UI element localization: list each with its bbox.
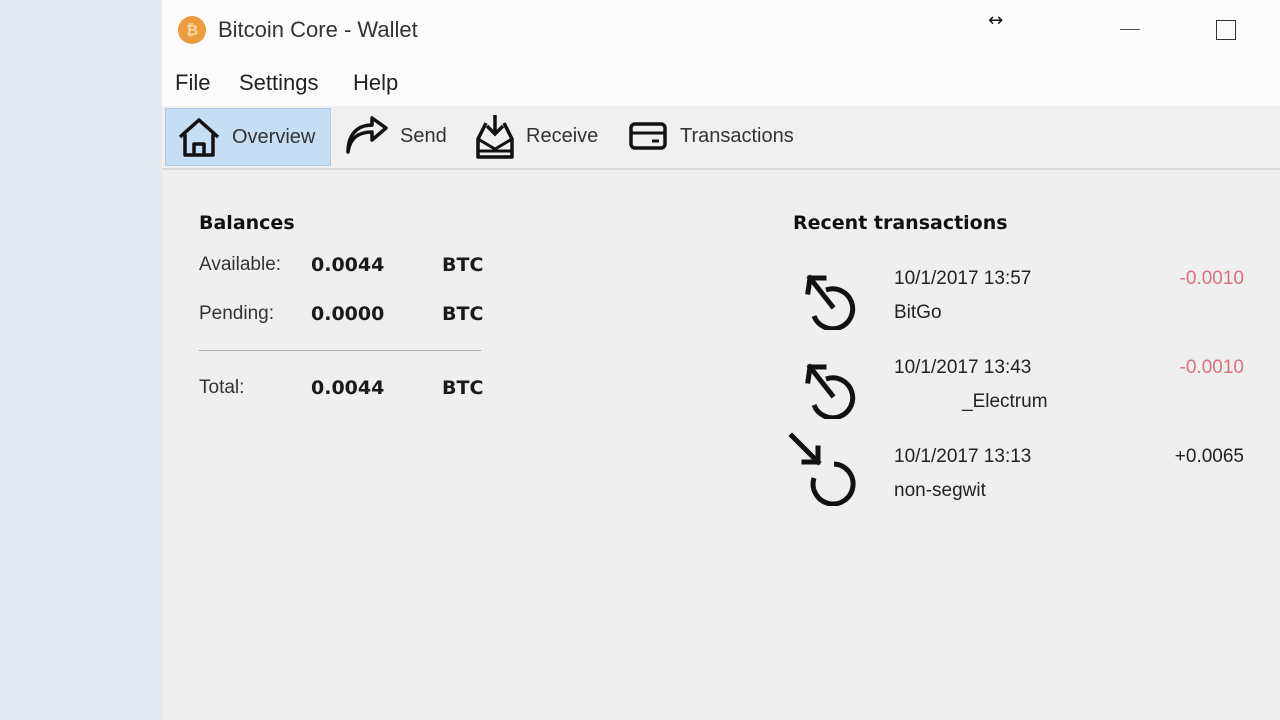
sent-transaction-icon: [805, 274, 856, 330]
pending-balance-row: Pending: 0.0000 BTC: [199, 303, 489, 329]
balance-divider: [199, 350, 481, 351]
tab-receive[interactable]: Receive: [474, 108, 598, 164]
tab-overview[interactable]: Overview: [165, 108, 331, 166]
tab-transactions-label: Transactions: [680, 124, 794, 147]
total-unit: BTC: [442, 377, 484, 399]
pending-unit: BTC: [442, 303, 484, 325]
received-transaction-icon: [788, 432, 856, 506]
bitcoin-logo-icon: ₿: [178, 16, 206, 44]
tab-receive-label: Receive: [526, 124, 599, 147]
transaction-label: _Electrum: [962, 391, 1048, 412]
tab-overview-label: Overview: [232, 125, 316, 148]
available-balance-row: Available: 0.0044 BTC: [199, 254, 489, 280]
transaction-amount: +0.0065: [1174, 446, 1244, 467]
menu-help[interactable]: Help: [353, 70, 398, 96]
home-icon: [178, 118, 220, 157]
pending-label: Pending:: [199, 303, 275, 324]
tab-transactions[interactable]: Transactions: [628, 108, 794, 164]
transaction-date: 10/1/2017 13:43: [894, 357, 1032, 378]
menu-bar: File Settings Help: [162, 60, 1280, 106]
transaction-row[interactable]: 10/1/2017 13:13 non-segwit +0.0065: [788, 432, 1252, 522]
tab-send-label: Send: [400, 124, 447, 147]
window-title: Bitcoin Core - Wallet: [218, 17, 418, 42]
resize-cursor-icon: ↔: [988, 10, 1004, 31]
title-bar[interactable]: ₿ Bitcoin Core - Wallet ↔: [162, 0, 1280, 60]
transaction-label: non-segwit: [894, 480, 986, 501]
available-value: 0.0044: [311, 254, 385, 276]
toolbar: Overview Send Receive Transactions: [162, 106, 1280, 170]
maximize-button[interactable]: [1206, 12, 1246, 48]
pending-value: 0.0000: [311, 303, 385, 325]
transaction-date: 10/1/2017 13:57: [894, 268, 1032, 289]
transaction-row[interactable]: 10/1/2017 13:43 _Electrum -0.0010: [792, 353, 1252, 433]
recent-transactions-title: Recent transactions: [793, 212, 1008, 234]
minimize-button[interactable]: [1110, 12, 1150, 48]
receive-inbox-icon: [476, 115, 514, 159]
menu-settings[interactable]: Settings: [239, 70, 319, 96]
available-label: Available:: [199, 254, 282, 275]
transaction-row[interactable]: 10/1/2017 13:57 BitGo -0.0010: [792, 264, 1252, 344]
send-arrow-icon: [346, 116, 388, 154]
total-balance-row: Total: 0.0044 BTC: [199, 377, 489, 403]
transaction-amount: -0.0010: [1179, 268, 1244, 289]
sent-transaction-icon: [805, 363, 856, 419]
desktop-background: [0, 0, 162, 720]
total-value: 0.0044: [311, 377, 385, 399]
total-label: Total:: [199, 377, 245, 398]
card-icon: [629, 122, 667, 150]
menu-file[interactable]: File: [175, 70, 210, 96]
transaction-amount: -0.0010: [1179, 357, 1244, 378]
available-unit: BTC: [442, 254, 484, 276]
transaction-label: BitGo: [894, 302, 942, 323]
wallet-window: ₿ Bitcoin Core - Wallet ↔ File Settings …: [162, 0, 1280, 720]
transaction-date: 10/1/2017 13:13: [894, 446, 1032, 467]
balances-title: Balances: [199, 212, 295, 234]
tab-send[interactable]: Send: [344, 108, 447, 164]
